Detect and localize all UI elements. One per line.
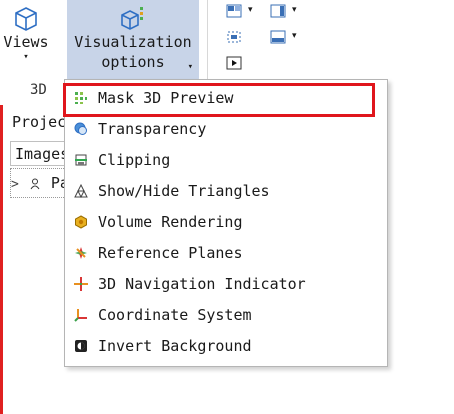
visualization-label-line2: options [101, 53, 165, 71]
navigation-indicator-icon [74, 277, 88, 291]
left-accent-bar [0, 105, 3, 414]
bottom-panel-icon[interactable] [270, 30, 286, 44]
views-label: Views [3, 33, 49, 51]
menu-item-label: Reference Planes [98, 244, 243, 262]
chevron-down-icon[interactable]: ▾ [292, 4, 297, 15]
menu-item-clipping[interactable]: Clipping [65, 145, 387, 175]
menu-item-invert-background[interactable]: Invert Background [65, 331, 387, 361]
menu-item-label: 3D Navigation Indicator [98, 275, 306, 293]
menu-item-label: Invert Background [98, 337, 252, 355]
cube-settings-icon [121, 7, 143, 30]
menu-item-coordinate-system[interactable]: Coordinate System [65, 300, 387, 330]
highlight-box [63, 83, 375, 117]
menu-item-label: Transparency [98, 120, 207, 138]
layout-icon[interactable] [226, 4, 242, 18]
chevron-right-icon[interactable]: > [11, 177, 19, 192]
transparency-icon [74, 122, 87, 135]
cube-icon [15, 7, 37, 31]
clipping-icon [75, 154, 87, 166]
panel-layout-icon[interactable] [270, 4, 286, 18]
menu-item-label: Clipping [98, 151, 171, 169]
visualization-options-menu: Mask 3D Preview Transparency Clipping Sh… [64, 79, 388, 367]
menu-item-show-hide-triangles[interactable]: Show/Hide Triangles [65, 176, 387, 206]
person-icon [30, 178, 40, 189]
triangles-icon [74, 184, 88, 198]
reference-planes-icon [75, 247, 87, 259]
menu-item-transparency[interactable]: Transparency [65, 114, 387, 144]
visualization-options-button[interactable]: Visualization options ▾ [67, 0, 199, 80]
volume-rendering-icon [75, 215, 87, 229]
invert-background-icon [75, 340, 87, 352]
group-label-3d: 3D [30, 82, 47, 98]
dotted-selection-icon[interactable] [226, 30, 242, 44]
menu-item-3d-navigation-indicator[interactable]: 3D Navigation Indicator [65, 269, 387, 299]
chevron-down-icon: ▾ [187, 62, 193, 72]
coordinate-system-icon [74, 309, 87, 322]
play-icon[interactable] [226, 56, 242, 70]
menu-item-label: Volume Rendering [98, 213, 243, 231]
chevron-down-icon[interactable]: ▾ [292, 30, 297, 41]
chevron-down-icon[interactable]: ▾ [248, 4, 253, 15]
panel-title: Projec [12, 113, 67, 131]
small-tools-group: ▾ ▾ ▾ [222, 0, 312, 80]
ribbon-separator [207, 0, 208, 80]
menu-item-label: Show/Hide Triangles [98, 182, 270, 200]
menu-item-label: Coordinate System [98, 306, 252, 324]
views-button[interactable]: Views ▾ [0, 0, 52, 80]
visualization-label-line1: Visualization [74, 33, 192, 51]
chevron-down-icon: ▾ [23, 52, 29, 62]
menu-item-reference-planes[interactable]: Reference Planes [65, 238, 387, 268]
menu-item-volume-rendering[interactable]: Volume Rendering [65, 207, 387, 237]
